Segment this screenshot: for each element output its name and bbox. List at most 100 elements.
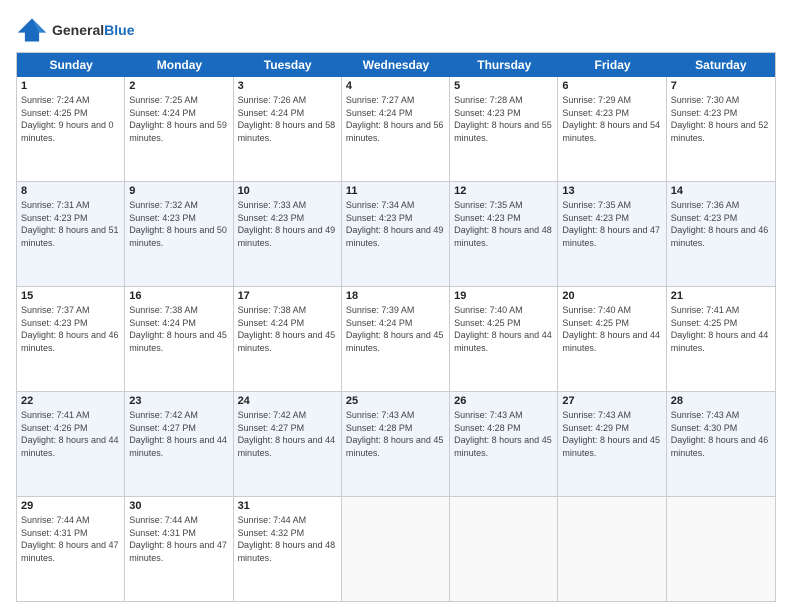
day-number: 31 <box>238 500 337 512</box>
day-number: 17 <box>238 290 337 302</box>
calendar-cell: 13 Sunrise: 7:35 AMSunset: 4:23 PMDayligh… <box>558 182 666 286</box>
calendar-row: 29Sunrise: 7:44 AMSunset: 4:31 PMDayligh… <box>17 497 775 601</box>
calendar-header: SundayMondayTuesdayWednesdayThursdayFrid… <box>17 53 775 77</box>
weekday-header: Monday <box>125 53 233 77</box>
weekday-header: Wednesday <box>342 53 450 77</box>
day-info: Sunrise: 7:44 AMSunset: 4:32 PMDaylight:… <box>238 514 337 564</box>
weekday-header: Thursday <box>450 53 558 77</box>
day-info: Sunrise: 7:40 AMSunset: 4:25 PMDaylight:… <box>562 304 661 354</box>
calendar-cell: 8 Sunrise: 7:31 AMSunset: 4:23 PMDaylight… <box>17 182 125 286</box>
calendar-cell: 2Sunrise: 7:25 AMSunset: 4:24 PMDaylight… <box>125 77 233 181</box>
calendar-cell: 6Sunrise: 7:29 AMSunset: 4:23 PMDaylight… <box>558 77 666 181</box>
day-number: 7 <box>671 80 771 92</box>
day-number: 8 <box>21 185 120 197</box>
day-number: 24 <box>238 395 337 407</box>
day-number: 9 <box>129 185 228 197</box>
day-info: Sunrise: 7:43 AMSunset: 4:30 PMDaylight:… <box>671 409 771 459</box>
calendar-cell: 29Sunrise: 7:44 AMSunset: 4:31 PMDayligh… <box>17 497 125 601</box>
day-info: Sunrise: 7:42 AMSunset: 4:27 PMDaylight:… <box>129 409 228 459</box>
logo: GeneralBlue <box>16 16 134 44</box>
day-number: 1 <box>21 80 120 92</box>
calendar-cell: 1Sunrise: 7:24 AMSunset: 4:25 PMDaylight… <box>17 77 125 181</box>
day-number: 4 <box>346 80 445 92</box>
weekday-header: Tuesday <box>234 53 342 77</box>
day-info: Sunrise: 7:34 AMSunset: 4:23 PMDaylight:… <box>346 199 445 249</box>
day-info: Sunrise: 7:27 AMSunset: 4:24 PMDaylight:… <box>346 94 445 144</box>
day-number: 26 <box>454 395 553 407</box>
weekday-header: Sunday <box>17 53 125 77</box>
calendar-cell: 12Sunrise: 7:35 AMSunset: 4:23 PMDayligh… <box>450 182 558 286</box>
logo-text: GeneralBlue <box>52 22 134 38</box>
day-info: Sunrise: 7:30 AMSunset: 4:23 PMDaylight:… <box>671 94 771 144</box>
day-number: 20 <box>562 290 661 302</box>
day-info: Sunrise: 7:44 AMSunset: 4:31 PMDaylight:… <box>129 514 228 564</box>
day-info: Sunrise: 7:28 AMSunset: 4:23 PMDaylight:… <box>454 94 553 144</box>
day-info: Sunrise: 7:31 AMSunset: 4:23 PMDaylight:… <box>21 199 120 249</box>
calendar-cell: 15 Sunrise: 7:37 AMSunset: 4:23 PMDayligh… <box>17 287 125 391</box>
day-number: 5 <box>454 80 553 92</box>
day-number: 23 <box>129 395 228 407</box>
calendar-row: 1Sunrise: 7:24 AMSunset: 4:25 PMDaylight… <box>17 77 775 182</box>
weekday-header: Saturday <box>667 53 775 77</box>
day-number: 16 <box>129 290 228 302</box>
calendar-cell: 18 Sunrise: 7:39 AMSunset: 4:24 PMDayligh… <box>342 287 450 391</box>
day-info: Sunrise: 7:39 AMSunset: 4:24 PMDaylight:… <box>346 304 445 354</box>
day-info: Sunrise: 7:33 AMSunset: 4:23 PMDaylight:… <box>238 199 337 249</box>
calendar-cell: 9 Sunrise: 7:32 AMSunset: 4:23 PMDaylight… <box>125 182 233 286</box>
header: GeneralBlue <box>16 16 776 44</box>
day-number: 30 <box>129 500 228 512</box>
calendar-cell: 25Sunrise: 7:43 AMSunset: 4:28 PMDayligh… <box>342 392 450 496</box>
calendar-cell: 21 Sunrise: 7:41 AMSunset: 4:25 PMDayligh… <box>667 287 775 391</box>
calendar-cell: 23 Sunrise: 7:42 AMSunset: 4:27 PMDayligh… <box>125 392 233 496</box>
day-number: 6 <box>562 80 661 92</box>
day-info: Sunrise: 7:32 AMSunset: 4:23 PMDaylight:… <box>129 199 228 249</box>
day-number: 22 <box>21 395 120 407</box>
calendar-cell: 7 Sunrise: 7:30 AMSunset: 4:23 PMDaylight… <box>667 77 775 181</box>
day-number: 11 <box>346 185 445 197</box>
calendar-cell: 3Sunrise: 7:26 AMSunset: 4:24 PMDaylight… <box>234 77 342 181</box>
calendar-cell: 20 Sunrise: 7:40 AMSunset: 4:25 PMDayligh… <box>558 287 666 391</box>
day-info: Sunrise: 7:40 AMSunset: 4:25 PMDaylight:… <box>454 304 553 354</box>
day-number: 21 <box>671 290 771 302</box>
day-number: 25 <box>346 395 445 407</box>
calendar-cell: 5 Sunrise: 7:28 AMSunset: 4:23 PMDaylight… <box>450 77 558 181</box>
calendar-cell <box>450 497 558 601</box>
calendar-cell <box>667 497 775 601</box>
day-number: 15 <box>21 290 120 302</box>
calendar-cell: 31 Sunrise: 7:44 AMSunset: 4:32 PMDayligh… <box>234 497 342 601</box>
calendar-cell: 17 Sunrise: 7:38 AMSunset: 4:24 PMDayligh… <box>234 287 342 391</box>
calendar-cell <box>342 497 450 601</box>
day-info: Sunrise: 7:38 AMSunset: 4:24 PMDaylight:… <box>238 304 337 354</box>
day-number: 12 <box>454 185 553 197</box>
day-info: Sunrise: 7:44 AMSunset: 4:31 PMDaylight:… <box>21 514 120 564</box>
calendar-cell <box>558 497 666 601</box>
day-number: 19 <box>454 290 553 302</box>
day-info: Sunrise: 7:41 AMSunset: 4:25 PMDaylight:… <box>671 304 771 354</box>
calendar-cell: 26 Sunrise: 7:43 AMSunset: 4:28 PMDayligh… <box>450 392 558 496</box>
calendar-cell: 22Sunrise: 7:41 AMSunset: 4:26 PMDayligh… <box>17 392 125 496</box>
calendar-row: 22Sunrise: 7:41 AMSunset: 4:26 PMDayligh… <box>17 392 775 497</box>
day-info: Sunrise: 7:42 AMSunset: 4:27 PMDaylight:… <box>238 409 337 459</box>
calendar-cell: 19 Sunrise: 7:40 AMSunset: 4:25 PMDayligh… <box>450 287 558 391</box>
calendar-cell: 4 Sunrise: 7:27 AMSunset: 4:24 PMDaylight… <box>342 77 450 181</box>
day-info: Sunrise: 7:37 AMSunset: 4:23 PMDaylight:… <box>21 304 120 354</box>
calendar-cell: 28 Sunrise: 7:43 AMSunset: 4:30 PMDayligh… <box>667 392 775 496</box>
day-info: Sunrise: 7:26 AMSunset: 4:24 PMDaylight:… <box>238 94 337 144</box>
calendar-cell: 16 Sunrise: 7:38 AMSunset: 4:24 PMDayligh… <box>125 287 233 391</box>
day-number: 28 <box>671 395 771 407</box>
calendar-cell: 14Sunrise: 7:36 AMSunset: 4:23 PMDayligh… <box>667 182 775 286</box>
day-number: 10 <box>238 185 337 197</box>
calendar: SundayMondayTuesdayWednesdayThursdayFrid… <box>16 52 776 602</box>
calendar-cell: 11 Sunrise: 7:34 AMSunset: 4:23 PMDayligh… <box>342 182 450 286</box>
calendar-cell: 10 Sunrise: 7:33 AMSunset: 4:23 PMDayligh… <box>234 182 342 286</box>
calendar-row: 15 Sunrise: 7:37 AMSunset: 4:23 PMDayligh… <box>17 287 775 392</box>
day-number: 13 <box>562 185 661 197</box>
day-info: Sunrise: 7:35 AMSunset: 4:23 PMDaylight:… <box>562 199 661 249</box>
day-number: 18 <box>346 290 445 302</box>
day-info: Sunrise: 7:43 AMSunset: 4:28 PMDaylight:… <box>454 409 553 459</box>
page: GeneralBlue SundayMondayTuesdayWednesday… <box>0 0 792 612</box>
calendar-cell: 30 Sunrise: 7:44 AMSunset: 4:31 PMDayligh… <box>125 497 233 601</box>
calendar-cell: 24 Sunrise: 7:42 AMSunset: 4:27 PMDayligh… <box>234 392 342 496</box>
day-info: Sunrise: 7:38 AMSunset: 4:24 PMDaylight:… <box>129 304 228 354</box>
day-number: 2 <box>129 80 228 92</box>
